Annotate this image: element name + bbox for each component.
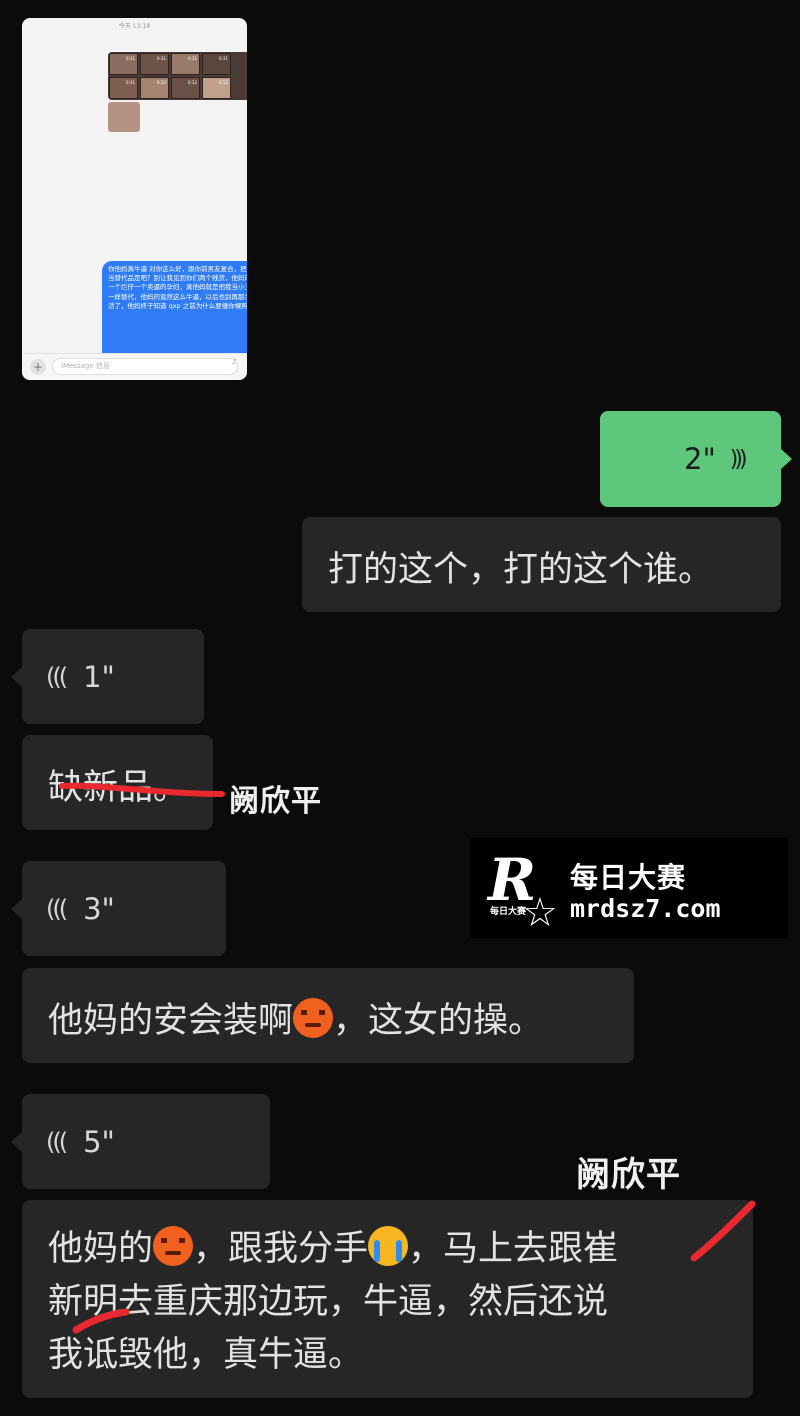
message-line: 他妈的 ，跟我分手 ，马上去跟崔 (48, 1220, 753, 1273)
angry-emoji-icon (293, 998, 334, 1038)
voice-message-bubble[interactable]: 2" ))) (600, 411, 792, 507)
watermark: R ☆ 每日大赛 每日大赛 mrdsz7.com (470, 838, 788, 938)
redaction-scribble (72, 1308, 130, 1334)
message-line: 新明去重庆那边玩，牛逼，然后还说 (48, 1282, 609, 1322)
embedded-status-time: 今天 13:18 (118, 23, 151, 30)
message-text: ，这女的操。 (333, 1001, 544, 1041)
photo-thumb: 0:32 (171, 77, 200, 99)
voice-wave-icon: ))) (729, 446, 748, 472)
voice-duration: 3" (83, 891, 115, 926)
photo-thumb: 0:31 (140, 53, 169, 75)
imessage-input[interactable]: iMessage 信息 (52, 358, 238, 375)
redaction-scribble (690, 1200, 756, 1262)
text-message-bubble[interactable]: 打的这个，打的这个谁。 (302, 517, 781, 612)
imessage-input-bar: + iMessage 信息 ♪ (22, 353, 247, 380)
star-icon: ☆ (522, 890, 558, 936)
name-annotation: 阙欣平 (229, 784, 322, 819)
photo-thumb: 0:31 (109, 53, 138, 75)
voice-wave-icon: ((( (46, 662, 68, 691)
photo-grid: 0:31 0:31 0:31 0:31 0:31 0:32 0:32 0:32 (108, 52, 247, 100)
watermark-logo-small: 每日大赛 (490, 907, 527, 917)
photo-thumb: 0:32 (140, 77, 169, 99)
mic-icon[interactable]: ♪ (232, 357, 237, 366)
voice-duration: 2" (684, 442, 716, 476)
message-text: ，马上去跟崔 (408, 1229, 619, 1269)
message-line: 我诋毁他，真牛逼。 (48, 1335, 364, 1375)
message-text: 他妈的安会装啊 (48, 1001, 294, 1041)
voice-duration: 5" (83, 1124, 115, 1159)
voice-wave-icon: ((( (46, 894, 68, 923)
voice-message-bubble[interactable]: ((( 3" (11, 861, 226, 956)
imessage-blue-bubble: 你他妈真牛逼 对你这么好，跟你前男友复合，把我当替代品是吧？别让我见到你们两个贱… (102, 261, 247, 364)
voice-message-bubble[interactable]: ((( 5" (11, 1094, 270, 1189)
voice-wave-icon: ((( (46, 1127, 68, 1156)
watermark-brand: 每日大赛 (570, 861, 687, 894)
redaction-scribble (59, 782, 225, 797)
angry-emoji-icon (153, 1226, 194, 1266)
photo-thumb: 0:31 (202, 53, 231, 75)
voice-message-bubble[interactable]: ((( 1" (11, 629, 204, 724)
embedded-screenshot[interactable]: 今天 13:18 0:31 0:31 0:31 0:31 0:31 0:32 0… (22, 18, 247, 380)
photo-thumb: 0:31 (171, 53, 200, 75)
message-text: 他妈的 (48, 1229, 154, 1269)
photo-thumb (108, 102, 140, 132)
watermark-url: mrdsz7.com (570, 894, 721, 923)
crying-emoji-icon (368, 1226, 409, 1266)
message-text: ，跟我分手 (193, 1229, 369, 1269)
photo-thumb: 0:32 (202, 77, 231, 99)
name-annotation: 阙欣平 (576, 1155, 681, 1195)
photo-thumb: 0:31 (109, 77, 138, 99)
text-message-bubble[interactable]: 他妈的 ，跟我分手 ，马上去跟崔 新明去重庆那边玩，牛逼，然后还说 我诋毁他，真牛逼… (22, 1200, 753, 1398)
voice-duration: 1" (83, 659, 115, 694)
message-text: 打的这个，打的这个谁。 (328, 550, 714, 590)
plus-icon[interactable]: + (30, 359, 46, 375)
text-message-bubble[interactable]: 他妈的安会装啊 ，这女的操。 (22, 968, 634, 1063)
